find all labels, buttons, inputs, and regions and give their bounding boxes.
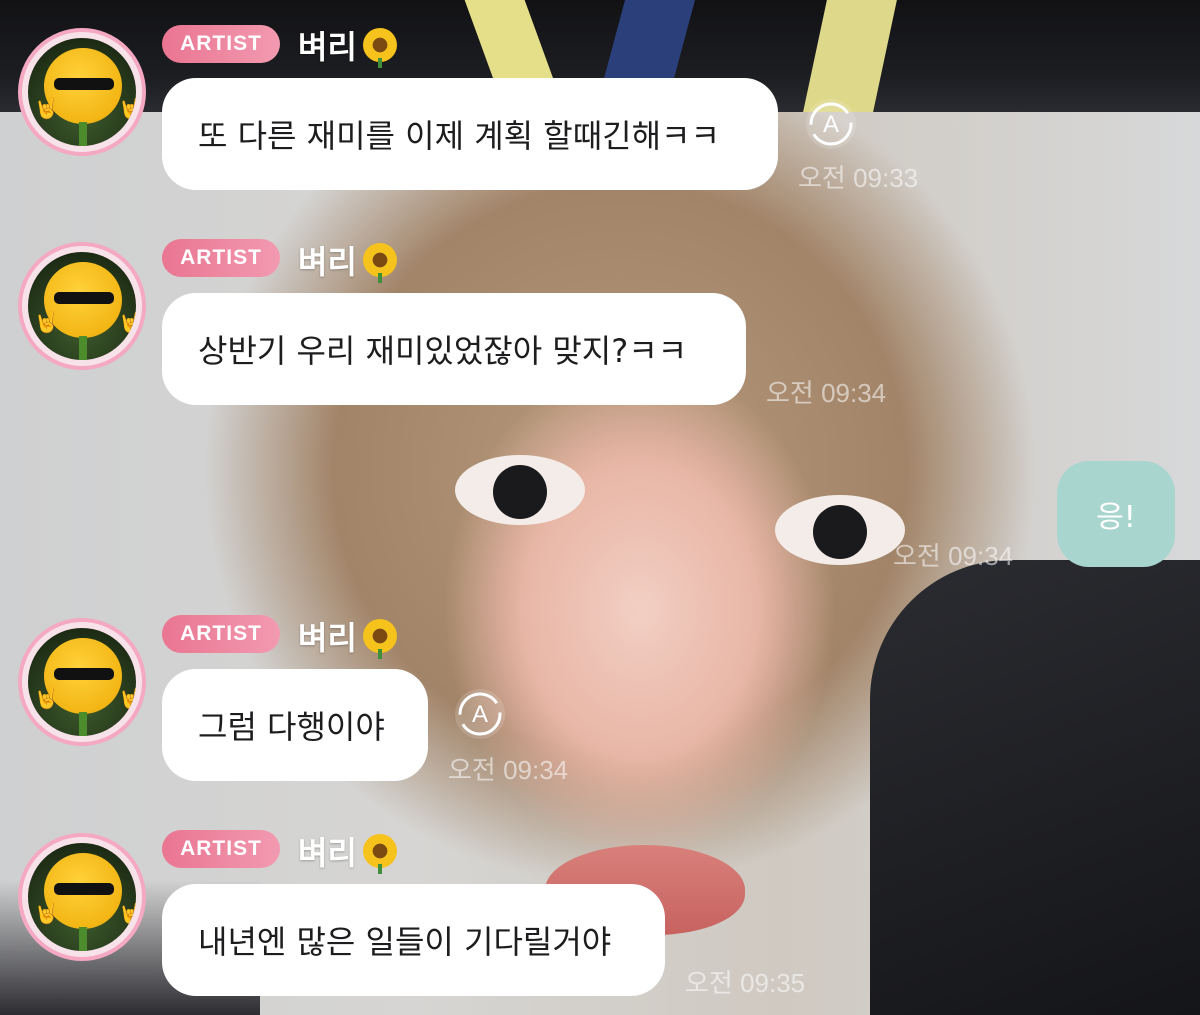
sunflower-icon [362,28,397,68]
sender-name: 벼리 [298,22,397,68]
background-eye [775,495,905,565]
sender-name: 벼리 [298,613,397,659]
message-bubble[interactable]: 또 다른 재미를 이제 계획 할때긴해ㅋㅋ [162,78,778,190]
translate-icon[interactable]: A [806,99,856,149]
my-message-bubble[interactable]: 응! [1057,461,1175,567]
background-eye [455,455,585,525]
message-time: 오전 09:34 [766,378,887,408]
sender-name-text: 벼리 [298,619,357,657]
translate-icon[interactable]: A [455,689,505,739]
artist-badge: ARTIST [162,615,280,653]
artist-badge: ARTIST [162,239,280,277]
background-jacket [870,560,1200,1015]
sunflower-icon [362,834,397,874]
artist-avatar[interactable]: 🤘🤘 [18,618,146,746]
message-bubble[interactable]: 내년엔 많은 일들이 기다릴거야 [162,884,665,996]
message-time: 오전 09:34 [448,755,569,785]
sender-name-text: 벼리 [298,28,357,66]
svg-text:A: A [823,111,839,138]
svg-text:A: A [472,701,488,728]
sender-name: 벼리 [298,828,397,874]
artist-avatar[interactable]: 🤘🤘 [18,242,146,370]
artist-avatar[interactable]: 🤘🤘 [18,833,146,961]
message-bubble[interactable]: 상반기 우리 재미있었잖아 맞지?ㅋㅋ [162,293,746,405]
artist-badge: ARTIST [162,830,280,868]
artist-badge: ARTIST [162,25,280,63]
sender-name-text: 벼리 [298,834,357,872]
sender-name: 벼리 [298,237,397,283]
artist-avatar[interactable]: 🤘🤘 [18,28,146,156]
sunflower-icon [362,619,397,659]
message-time: 오전 09:33 [798,163,919,193]
sunflower-icon [362,243,397,283]
message-bubble[interactable]: 그럼 다행이야 [162,669,428,781]
message-time: 오전 09:35 [685,968,806,998]
sender-name-text: 벼리 [298,243,357,281]
my-message-time: 오전 09:34 [893,541,1014,571]
